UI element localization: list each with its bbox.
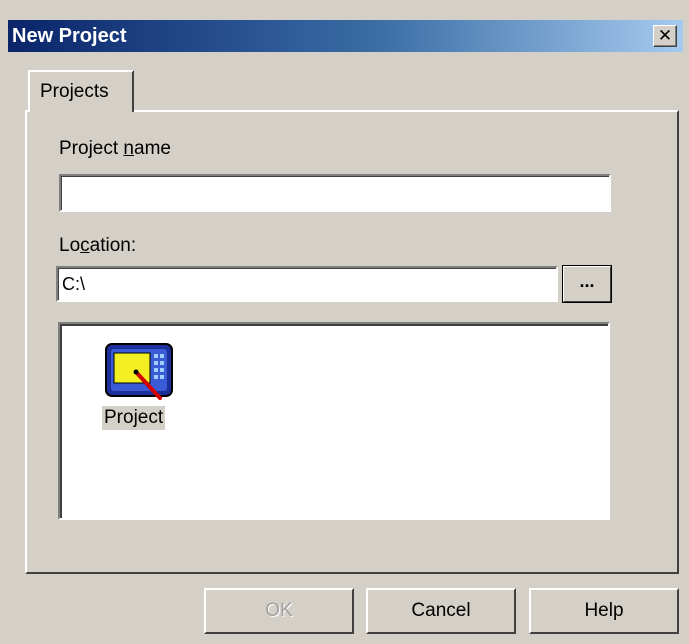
project-type-item[interactable]: Project (100, 340, 180, 450)
tab-projects-label: Projects (40, 81, 109, 102)
browse-button[interactable]: ... (562, 265, 612, 303)
cancel-button-label: Cancel (411, 600, 471, 621)
project-name-field[interactable] (59, 174, 611, 212)
project-name-label: Project name (59, 138, 171, 159)
help-button-label: Help (584, 600, 624, 621)
project-type-list[interactable]: Project (58, 322, 610, 520)
monitor-project-icon (105, 343, 173, 400)
cancel-button[interactable]: Cancel (366, 588, 516, 634)
tab-projects[interactable]: Projects (28, 70, 134, 112)
project-type-label: Project (102, 406, 166, 430)
close-icon: ✕ (657, 26, 673, 46)
browse-button-label: ... (579, 270, 595, 291)
location-label: Location: (59, 235, 137, 256)
ok-button-label: OK (265, 600, 293, 621)
help-button[interactable]: Help (529, 588, 679, 634)
window-title: New Project (12, 25, 127, 47)
location-field[interactable] (56, 266, 558, 302)
ok-button[interactable]: OK (204, 588, 354, 634)
new-project-dialog: New Project ✕ Projects Project name Loca… (0, 0, 689, 644)
close-button[interactable]: ✕ (653, 25, 677, 47)
title-bar[interactable]: New Project ✕ (8, 20, 683, 52)
